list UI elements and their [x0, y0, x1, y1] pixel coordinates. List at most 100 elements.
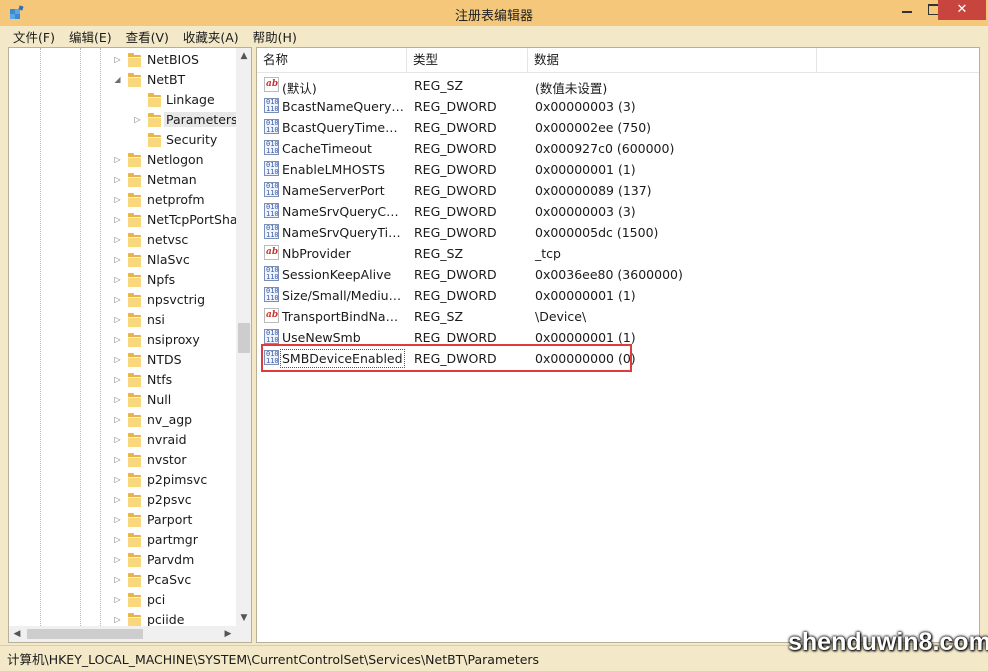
collapsed-arrow-icon[interactable]: ▷ — [113, 315, 122, 324]
value-row[interactable]: 010 110 BcastNameQueryC... REG_DWORD 0x0000… — [257, 96, 979, 117]
tree-node[interactable]: ◢ NetBT — [9, 70, 239, 90]
scroll-down-arrow-icon[interactable]: ▼ — [236, 610, 251, 626]
tree-node[interactable]: ▷ nsiproxy — [9, 330, 239, 350]
tree-node[interactable]: ▷ npsvctrig — [9, 290, 239, 310]
value-type: REG_SZ — [414, 309, 464, 324]
collapsed-arrow-icon[interactable]: ▷ — [113, 435, 122, 444]
tree-node[interactable]: ▷ nv_agp — [9, 410, 239, 430]
title-bar[interactable]: 注册表编辑器 ✕ — [0, 0, 988, 26]
column-header-type[interactable]: 类型 — [407, 48, 528, 72]
value-row[interactable]: 010 110 CacheTimeout REG_DWORD 0x000927c0 (… — [257, 138, 979, 159]
value-row[interactable]: ab NbProvider REG_SZ _tcp — [257, 243, 979, 264]
collapsed-arrow-icon[interactable]: ▷ — [113, 615, 122, 624]
tree-vertical-scrollbar[interactable]: ▲ ▼ — [236, 48, 251, 626]
tree-node[interactable]: ▷ PcaSvc — [9, 570, 239, 590]
collapsed-arrow-icon[interactable]: ▷ — [113, 295, 122, 304]
value-row[interactable]: 010 110 Size/Small/Medium... REG_DWORD 0x00… — [257, 285, 979, 306]
close-button[interactable]: ✕ — [938, 0, 986, 20]
tree-node[interactable]: ▷ p2pimsvc — [9, 470, 239, 490]
tree-node[interactable]: Security — [9, 130, 239, 150]
scroll-right-arrow-icon[interactable]: ▶ — [220, 626, 236, 642]
menu-favorites[interactable]: 收藏夹(A) — [178, 28, 244, 47]
menu-view[interactable]: 查看(V) — [121, 28, 174, 47]
tree-node[interactable]: ▷ Parameters — [9, 110, 240, 130]
collapsed-arrow-icon[interactable]: ▷ — [113, 235, 122, 244]
tree-node[interactable]: ▷ pci — [9, 590, 239, 610]
collapsed-arrow-icon[interactable]: ▷ — [113, 335, 122, 344]
tree-node[interactable]: ▷ netprofm — [9, 190, 239, 210]
tree-node-label: netvsc — [147, 232, 189, 247]
value-row[interactable]: 010 110 NameSrvQueryCount REG_DWORD 0x00000… — [257, 201, 979, 222]
tree-node[interactable]: ▷ partmgr — [9, 530, 239, 550]
collapsed-arrow-icon[interactable]: ▷ — [113, 395, 122, 404]
tree-node[interactable]: ▷ Npfs — [9, 270, 239, 290]
collapsed-arrow-icon[interactable]: ▷ — [113, 355, 122, 364]
tree-node[interactable]: ▷ nsi — [9, 310, 239, 330]
collapsed-arrow-icon[interactable]: ▷ — [113, 495, 122, 504]
scroll-up-arrow-icon[interactable]: ▲ — [236, 48, 251, 64]
collapsed-arrow-icon[interactable]: ▷ — [113, 515, 122, 524]
value-row[interactable]: 010 110 EnableLMHOSTS REG_DWORD 0x00000001 … — [257, 159, 979, 180]
tree-node[interactable]: ▷ Parvdm — [9, 550, 239, 570]
value-data: 0x00000001 (1) — [535, 330, 636, 345]
collapsed-arrow-icon[interactable]: ▷ — [113, 215, 122, 224]
value-row[interactable]: ab (默认) REG_SZ (数值未设置) — [257, 75, 979, 96]
column-header-name[interactable]: 名称 — [257, 48, 407, 72]
tree-node[interactable]: ▷ p2psvc — [9, 490, 239, 510]
menu-edit[interactable]: 编辑(E) — [64, 28, 117, 47]
collapsed-arrow-icon[interactable]: ▷ — [113, 255, 122, 264]
collapsed-arrow-icon[interactable]: ▷ — [113, 195, 122, 204]
tree-node[interactable]: ▷ Parport — [9, 510, 239, 530]
collapsed-arrow-icon[interactable]: ▷ — [113, 575, 122, 584]
tree-node[interactable]: ▷ NetBIOS — [9, 50, 239, 70]
menu-help[interactable]: 帮助(H) — [248, 28, 302, 47]
registry-values-pane[interactable]: 名称 类型 数据 ab (默认) REG_SZ (数值未设置) 010 110 Bcast… — [256, 47, 980, 643]
tree-horizontal-scrollbar[interactable]: ◀ ▶ — [9, 626, 236, 642]
folder-icon — [126, 232, 143, 247]
menu-file[interactable]: 文件(F) — [8, 28, 60, 47]
folder-icon — [126, 492, 143, 507]
tree-node[interactable]: ▷ nvraid — [9, 430, 239, 450]
collapsed-arrow-icon[interactable]: ▷ — [113, 175, 122, 184]
collapsed-arrow-icon[interactable]: ▷ — [113, 155, 122, 164]
collapsed-arrow-icon[interactable]: ▷ — [113, 555, 122, 564]
tree-node[interactable]: ▷ Ntfs — [9, 370, 239, 390]
collapsed-arrow-icon[interactable]: ▷ — [133, 115, 142, 124]
collapsed-arrow-icon[interactable]: ▷ — [113, 415, 122, 424]
value-row[interactable]: 010 110 BcastQueryTimeout REG_DWORD 0x00000… — [257, 117, 979, 138]
tree-node-label: pciide — [147, 612, 185, 627]
value-row[interactable]: ab TransportBindName REG_SZ \Device\ — [257, 306, 979, 327]
collapsed-arrow-icon[interactable]: ▷ — [113, 475, 122, 484]
expanded-arrow-icon[interactable]: ◢ — [113, 75, 122, 84]
tree-node[interactable]: ▷ Null — [9, 390, 239, 410]
tree-node[interactable]: ▷ Netman — [9, 170, 239, 190]
column-header-data[interactable]: 数据 — [528, 48, 817, 72]
dword-value-icon: 010 110 — [264, 140, 279, 155]
value-data: \Device\ — [535, 309, 587, 324]
tree-node-label: NlaSvc — [147, 252, 190, 267]
collapsed-arrow-icon[interactable]: ▷ — [113, 535, 122, 544]
tree-node[interactable]: ▷ nvstor — [9, 450, 239, 470]
value-type: REG_DWORD — [414, 120, 497, 135]
collapsed-arrow-icon[interactable]: ▷ — [113, 275, 122, 284]
value-row[interactable]: 010 110 NameSrvQueryTim... REG_DWORD 0x0000… — [257, 222, 979, 243]
tree-node[interactable]: Linkage — [9, 90, 239, 110]
collapsed-arrow-icon[interactable]: ▷ — [113, 595, 122, 604]
tree-node[interactable]: ▷ Netlogon — [9, 150, 239, 170]
minimize-button[interactable] — [893, 0, 921, 20]
value-row[interactable]: 010 110 NameServerPort REG_DWORD 0x00000089… — [257, 180, 979, 201]
collapsed-arrow-icon[interactable]: ▷ — [113, 455, 122, 464]
scroll-left-arrow-icon[interactable]: ◀ — [9, 626, 25, 642]
tree-node[interactable]: ▷ NTDS — [9, 350, 239, 370]
tree-node[interactable]: ▷ netvsc — [9, 230, 239, 250]
collapsed-arrow-icon[interactable]: ▷ — [113, 375, 122, 384]
value-type: REG_DWORD — [414, 183, 497, 198]
value-row[interactable]: 010 110 SessionKeepAlive REG_DWORD 0x0036ee… — [257, 264, 979, 285]
tree-horizontal-scroll-thumb[interactable] — [27, 629, 143, 639]
registry-tree-pane[interactable]: ▷ NetBIOS ◢ NetBT Linkage ▷ Parameters Security… — [8, 47, 252, 643]
dword-value-icon: 010 110 — [264, 287, 279, 302]
collapsed-arrow-icon[interactable]: ▷ — [113, 55, 122, 64]
tree-node[interactable]: ▷ NlaSvc — [9, 250, 239, 270]
tree-node[interactable]: ▷ NetTcpPortSha — [9, 210, 239, 230]
tree-vertical-scroll-thumb[interactable] — [238, 323, 250, 353]
